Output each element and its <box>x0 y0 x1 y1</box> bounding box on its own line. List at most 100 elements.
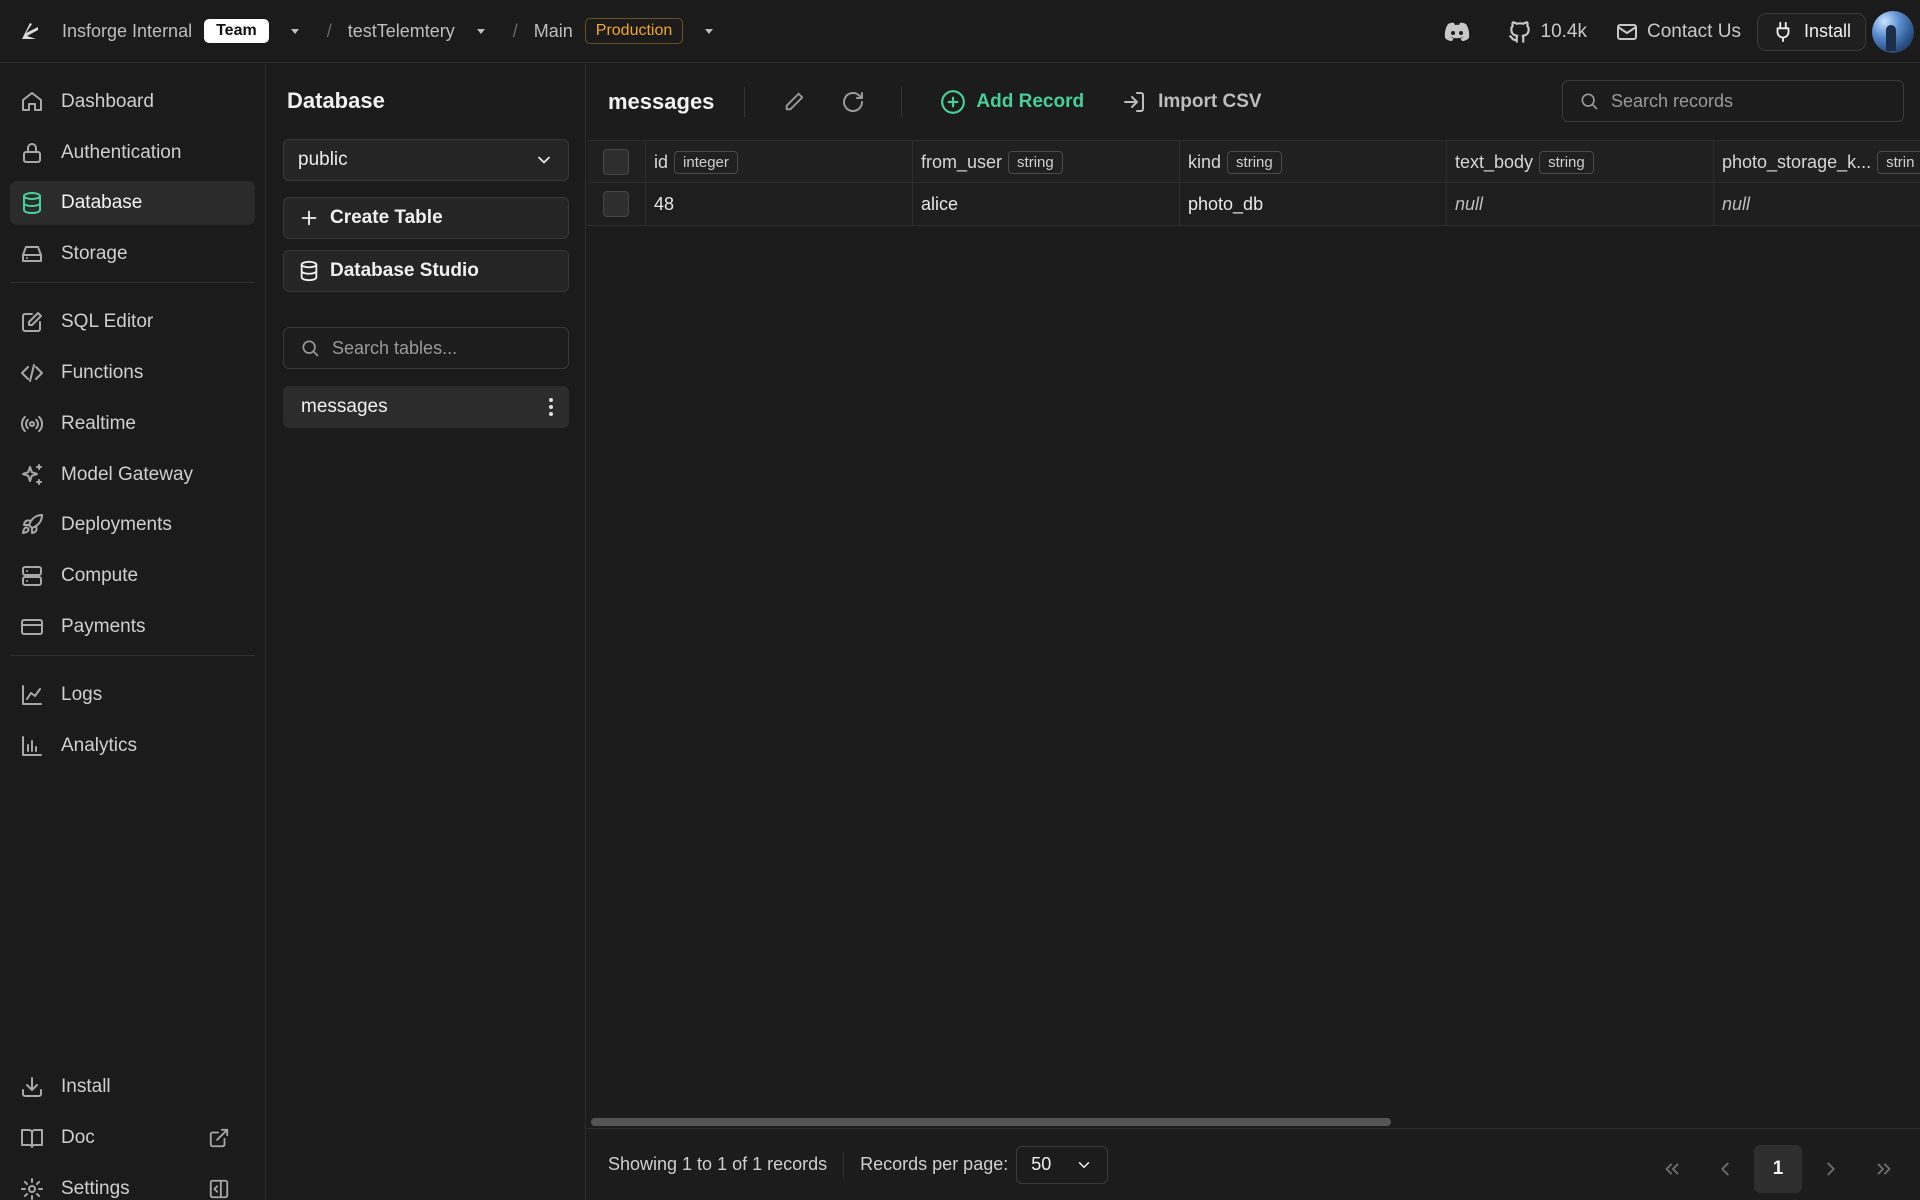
table-row[interactable]: 48 alice photo_db null null <box>587 183 1920 226</box>
row-checkbox[interactable] <box>603 191 629 217</box>
table-cell[interactable]: photo_db <box>1180 183 1447 225</box>
sparkles-icon <box>22 464 42 485</box>
chevron-down-icon <box>1078 1161 1090 1168</box>
per-page-label: Records per page: <box>860 1154 1009 1174</box>
footer-divider <box>843 1151 845 1178</box>
database-icon <box>23 192 41 214</box>
toolbar-divider <box>744 87 746 117</box>
import-csv-button[interactable]: Import CSV <box>1122 90 1262 114</box>
next-page-button[interactable] <box>1807 1145 1855 1193</box>
table-cell[interactable]: null <box>1447 183 1714 225</box>
sidebar-item-label: Realtime <box>61 413 136 434</box>
column-header-text-body[interactable]: text_body string <box>1447 141 1714 183</box>
sidebar-item-logs[interactable]: Logs <box>10 673 255 717</box>
project-name[interactable]: testTelemtery <box>348 21 455 42</box>
pencil-icon[interactable] <box>783 91 805 113</box>
collapse-sidebar-icon[interactable] <box>208 1178 230 1200</box>
import-icon <box>1124 92 1145 112</box>
table-footer: Showing 1 to 1 of 1 records Records per … <box>587 1128 1920 1200</box>
table-cell[interactable]: alice <box>913 183 1180 225</box>
sidebar-item-realtime[interactable]: Realtime <box>10 402 255 446</box>
refresh-icon[interactable] <box>841 90 865 114</box>
column-header-photo-storage-key[interactable]: photo_storage_k... strin <box>1714 141 1920 183</box>
branch-caret-icon[interactable] <box>703 25 715 37</box>
org-name[interactable]: Insforge Internal <box>62 21 192 42</box>
radio-icon <box>20 415 44 433</box>
sidebar-item-dashboard[interactable]: Dashboard <box>10 80 255 124</box>
last-page-button[interactable] <box>1860 1145 1908 1193</box>
select-all-cell <box>587 141 646 183</box>
sidebar-item-label: Logs <box>61 684 103 705</box>
search-records-input[interactable]: Search records <box>1562 80 1904 122</box>
install-label: Install <box>1803 21 1851 41</box>
database-icon <box>300 260 318 282</box>
plus-circle-icon <box>941 90 966 114</box>
table-list-item[interactable]: messages <box>283 386 569 428</box>
sidebar-item-payments[interactable]: Payments <box>10 605 255 649</box>
github-icon <box>1508 20 1530 43</box>
sidebar-item-model-gateway[interactable]: Model Gateway <box>10 453 255 497</box>
column-name: text_body <box>1455 151 1534 172</box>
column-header-from-user[interactable]: from_user string <box>913 141 1180 183</box>
github-stars: 10.4k <box>1540 20 1587 42</box>
install-button[interactable]: Install <box>1756 12 1866 51</box>
branch-name[interactable]: Main <box>534 21 573 42</box>
table-cell[interactable]: null <box>1714 183 1920 225</box>
sidebar-item-label: Storage <box>61 243 128 264</box>
more-vertical-icon[interactable] <box>547 396 555 418</box>
sidebar-item-sql-editor[interactable]: SQL Editor <box>10 300 255 344</box>
sidebar-item-settings[interactable]: Settings <box>10 1167 255 1200</box>
pagination: 1 <box>1643 1145 1908 1193</box>
add-record-button[interactable]: Add Record <box>940 89 1084 115</box>
previous-page-button[interactable] <box>1701 1145 1749 1193</box>
table-cell[interactable]: 48 <box>646 183 913 225</box>
sidebar-item-functions[interactable]: Functions <box>10 351 255 395</box>
sidebar-item-doc[interactable]: Doc <box>10 1116 255 1160</box>
column-header-kind[interactable]: kind string <box>1180 141 1447 183</box>
sidebar: Dashboard Authentication Database Storag… <box>0 64 266 1200</box>
schema-select[interactable]: public <box>283 139 569 181</box>
create-table-button[interactable]: Create Table <box>283 197 569 239</box>
database-panel: Database public Create Table Database St… <box>267 64 586 1200</box>
sidebar-divider <box>10 655 255 656</box>
sidebar-divider <box>10 282 255 283</box>
project-caret-icon[interactable] <box>475 25 487 37</box>
column-header-id[interactable]: id integer <box>646 141 913 183</box>
sidebar-item-authentication[interactable]: Authentication <box>10 131 255 175</box>
panel-title: Database <box>287 88 385 113</box>
sidebar-item-analytics[interactable]: Analytics <box>10 724 255 768</box>
chevron-down-icon <box>538 156 550 164</box>
current-page-button[interactable]: 1 <box>1754 1145 1802 1193</box>
horizontal-scrollbar[interactable] <box>591 1118 1391 1126</box>
sidebar-item-deployments[interactable]: Deployments <box>10 503 255 547</box>
user-avatar[interactable] <box>1872 10 1914 53</box>
database-studio-button[interactable]: Database Studio <box>283 250 569 292</box>
column-type-badge: integer <box>674 150 738 174</box>
contact-us-link[interactable]: Contact Us <box>1615 20 1741 44</box>
insforge-logo-icon[interactable] <box>18 19 42 43</box>
column-name: from_user <box>921 151 1003 172</box>
org-caret-icon[interactable] <box>289 25 301 37</box>
sidebar-item-label: Dashboard <box>61 91 154 112</box>
table-toolbar: messages Add Record Import CSV Search re… <box>587 64 1920 140</box>
sidebar-item-storage[interactable]: Storage <box>10 232 255 276</box>
hard-drive-icon <box>22 246 42 262</box>
select-all-checkbox[interactable] <box>603 149 629 175</box>
environment-badge: Production <box>584 18 684 44</box>
sidebar-item-install[interactable]: Install <box>10 1065 255 1109</box>
per-page-select[interactable]: 50 <box>1016 1145 1109 1184</box>
row-select-cell <box>587 183 646 225</box>
github-link[interactable]: 10.4k <box>1507 19 1587 45</box>
first-page-button[interactable] <box>1648 1145 1696 1193</box>
sidebar-item-label: Doc <box>61 1127 95 1148</box>
column-name: kind <box>1188 151 1222 172</box>
sidebar-item-compute[interactable]: Compute <box>10 554 255 598</box>
home-icon <box>22 92 42 111</box>
edit-icon <box>22 312 42 332</box>
discord-link[interactable] <box>1443 21 1479 43</box>
table-name: messages <box>301 396 388 417</box>
search-tables-input[interactable]: Search tables... <box>283 327 569 369</box>
sidebar-item-database[interactable]: Database <box>10 181 255 225</box>
column-name: id <box>654 151 669 172</box>
breadcrumb-separator: / <box>512 20 518 41</box>
